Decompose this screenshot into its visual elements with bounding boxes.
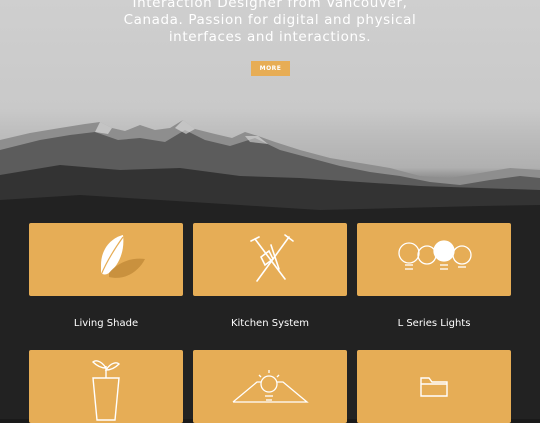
project-card-4[interactable]	[29, 350, 183, 423]
project-label-kitchen-system[interactable]: Kitchen System	[193, 318, 347, 329]
kitchen-tools-icon	[250, 234, 294, 282]
project-label-living-shade[interactable]: Living Shade	[29, 318, 183, 329]
project-card-living-shade[interactable]	[29, 223, 183, 296]
project-card-5[interactable]	[193, 350, 347, 423]
leaf-icon	[100, 235, 145, 278]
project-label-l-series-lights[interactable]: L Series Lights	[357, 318, 511, 329]
intro-line-2: Canada. Passion for digital and physical	[123, 12, 417, 28]
intro-line-3: interfaces and interactions.	[168, 29, 372, 45]
intro-text: Interaction Designer from Vancouver, Can…	[0, 0, 540, 46]
intro-line-1: Interaction Designer from Vancouver,	[132, 0, 408, 11]
project-card-kitchen-system[interactable]	[193, 223, 347, 296]
plant-glass-icon	[92, 360, 120, 421]
folder-icon	[420, 377, 448, 397]
project-card-l-series-lights[interactable]	[357, 223, 511, 296]
more-button[interactable]: MORE	[251, 61, 290, 76]
project-card-6[interactable]	[357, 350, 511, 423]
light-bulbs-icon	[398, 240, 472, 270]
lamp-mountain-icon	[232, 370, 309, 403]
